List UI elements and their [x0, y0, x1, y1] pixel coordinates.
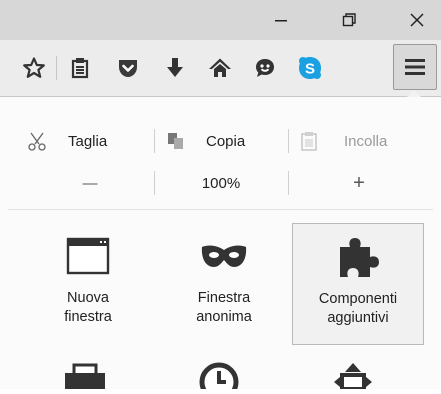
fullscreen-icon	[334, 363, 372, 391]
zoom-in-button[interactable]: +	[304, 167, 414, 199]
edit-controls: Taglia Copia Incolla	[0, 125, 441, 157]
private-window-label-line1: Finestra	[197, 290, 251, 306]
pocket-button[interactable]	[108, 48, 148, 88]
downloads-button[interactable]	[155, 48, 195, 88]
zoom-in-label: +	[353, 171, 365, 194]
close-button[interactable]	[394, 0, 440, 40]
print-icon	[65, 363, 105, 389]
restore-button[interactable]	[326, 0, 372, 40]
home-button[interactable]	[200, 48, 240, 88]
zoom-level: 100%	[201, 174, 241, 192]
star-bookmark-icon	[23, 57, 45, 78]
new-window-label: Nuova finestra	[22, 289, 154, 327]
skype-button[interactable]: S	[290, 48, 330, 88]
menu-panel: Taglia Copia Incolla — 100% + Nuova fine…	[0, 97, 441, 394]
new-window-tile[interactable]: Nuova finestra	[22, 223, 154, 345]
title-bar	[0, 0, 441, 40]
new-window-label-line1: Nuova	[67, 290, 109, 306]
private-mask-icon	[201, 245, 247, 267]
zoom-separator	[288, 171, 289, 195]
zoom-out-button[interactable]: —	[40, 167, 140, 199]
addons-label: Componenti aggiuntivi	[293, 290, 423, 328]
private-window-label: Finestra anonima	[158, 289, 290, 327]
zoom-reset-button[interactable]: 100%	[156, 167, 286, 199]
navigation-toolbar: S	[0, 40, 441, 97]
addons-tile[interactable]: Componenti aggiuntivi	[292, 223, 424, 345]
minimize-button[interactable]	[258, 0, 304, 40]
new-window-label-line2: finestra	[64, 309, 112, 325]
hamburger-menu-icon	[405, 59, 425, 75]
restore-icon	[342, 13, 356, 27]
open-menu-button[interactable]	[393, 44, 437, 90]
chat-bubble-icon	[256, 59, 274, 77]
copy-button[interactable]: Copia	[166, 125, 245, 157]
history-icon	[199, 362, 239, 394]
close-icon	[410, 13, 424, 27]
cut-button[interactable]: Taglia	[26, 125, 107, 157]
scissors-icon	[28, 132, 46, 151]
zoom-separator	[154, 171, 155, 195]
download-icon	[167, 58, 183, 77]
toolbar-separator	[56, 56, 57, 80]
minimize-icon	[275, 20, 287, 22]
reading-list-button[interactable]	[60, 48, 100, 88]
puzzle-addons-icon	[340, 238, 379, 277]
svg-text:S: S	[305, 61, 315, 78]
clipboard-icon	[301, 132, 317, 151]
hello-chat-button[interactable]	[245, 48, 285, 88]
copy-icon	[168, 133, 183, 149]
panel-divider	[8, 209, 433, 210]
skype-icon: S	[299, 57, 321, 79]
zoom-controls: — 100% +	[0, 167, 441, 199]
addons-label-line2: aggiuntivi	[327, 310, 389, 326]
paste-button[interactable]: Incolla	[300, 125, 387, 157]
private-window-tile[interactable]: Finestra anonima	[158, 223, 290, 345]
pocket-icon	[119, 60, 137, 77]
private-window-label-line2: anonima	[196, 309, 252, 325]
paste-label: Incolla	[344, 132, 388, 150]
copy-label: Copia	[206, 132, 246, 150]
addons-label-line1: Componenti	[318, 291, 398, 307]
new-window-icon	[66, 237, 110, 275]
zoom-out-label: —	[82, 174, 98, 192]
edit-separator	[288, 129, 289, 153]
edit-separator	[154, 129, 155, 153]
home-icon	[209, 58, 231, 77]
bookmark-star-button[interactable]	[14, 48, 54, 88]
cut-label: Taglia	[68, 132, 108, 150]
reading-list-icon	[71, 58, 89, 79]
